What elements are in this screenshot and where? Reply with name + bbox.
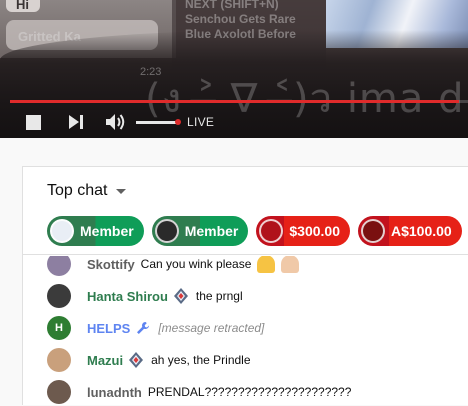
wrench-icon <box>137 322 150 334</box>
avatar <box>360 219 385 243</box>
avatar[interactable] <box>47 284 71 308</box>
avatar <box>154 219 179 243</box>
live-chat: Top chat Member Member $300.00 A$100.00 Sko… <box>22 166 468 405</box>
overlay-chip-text: Hi <box>16 0 29 12</box>
chat-author[interactable]: Hanta Shirou <box>87 289 168 304</box>
chevron-down-icon <box>116 188 127 194</box>
member-ticker[interactable]: Member <box>47 216 144 246</box>
chat-mode-dropdown[interactable]: Top chat <box>47 182 127 200</box>
avatar[interactable] <box>47 256 71 276</box>
member-badge-icon <box>173 288 188 304</box>
ticker-label: Member <box>80 223 134 239</box>
live-indicator[interactable]: LIVE <box>175 115 214 129</box>
chat-message[interactable]: lunadnth PRENDAL?????????????????????? <box>23 376 468 406</box>
folded-hands-light-icon <box>281 256 300 273</box>
live-label: LIVE <box>187 115 215 129</box>
player-controls: LIVE <box>0 108 468 136</box>
chat-message[interactable]: Mazui ah yes, the Prindle <box>23 344 468 376</box>
chat-message-text: the prngl <box>195 289 243 303</box>
video-player[interactable]: Hi Gritted Ka NEXT (SHIFT+N) Senchou Get… <box>0 0 468 138</box>
next-button[interactable] <box>64 108 88 136</box>
video-timestamp: 2:23 <box>140 66 162 78</box>
chat-header: Top chat Member Member $300.00 A$100.00 <box>23 167 468 255</box>
chat-message[interactable]: Hanta Shirou the prngl <box>23 280 468 312</box>
ticker-label: A$100.00 <box>390 223 452 239</box>
chat-message-text: [message retracted] <box>158 321 265 335</box>
volume-icon <box>106 114 125 130</box>
progress-bar[interactable] <box>10 100 468 103</box>
chat-mode-label: Top chat <box>47 182 108 199</box>
overlay-chip: Hi <box>6 0 40 12</box>
avatar[interactable]: H <box>47 316 71 340</box>
member-badge-icon <box>129 352 144 368</box>
chat-message-text: Can you wink please <box>140 257 252 271</box>
avatar[interactable] <box>47 380 71 404</box>
progress-fill <box>10 100 459 103</box>
superchat-ticker[interactable]: A$100.00 <box>357 216 462 246</box>
ticker-label: Member <box>184 223 239 239</box>
volume-slider[interactable] <box>136 121 180 124</box>
chat-message[interactable]: H HELPS [message retracted] <box>23 312 468 344</box>
chat-message-text: ah yes, the Prindle <box>151 353 251 367</box>
avatar[interactable] <box>47 348 71 372</box>
stop-icon <box>25 114 41 130</box>
chat-message-text: PRENDAL?????????????????????? <box>147 385 352 399</box>
next-video-title-line: Blue Axolotl Before <box>185 27 296 41</box>
ticker-bar: Member Member $300.00 A$100.00 <box>47 216 462 246</box>
member-ticker[interactable]: Member <box>151 216 249 246</box>
chat-author[interactable]: lunadnth <box>87 385 142 400</box>
superchat-ticker[interactable]: $300.00 <box>256 216 350 246</box>
live-dot <box>175 119 181 125</box>
chat-author[interactable]: HELPS <box>87 321 130 336</box>
avatar-letter: H <box>55 322 63 334</box>
next-video-title-line: Senchou Gets Rare <box>185 12 296 26</box>
avatar <box>50 219 74 243</box>
next-shortcut-label: NEXT (SHIFT+N) <box>185 0 279 11</box>
stop-button[interactable] <box>22 108 44 136</box>
chat-message[interactable]: Skottify Can you wink please <box>23 256 468 280</box>
chat-message-list: Skottify Can you wink please Hanta Shirou t… <box>23 256 468 406</box>
mute-button[interactable] <box>102 108 130 136</box>
chat-author[interactable]: Skottify <box>87 257 135 272</box>
volume-level <box>136 121 180 124</box>
folded-hands-icon <box>257 256 276 273</box>
chat-author[interactable]: Mazui <box>87 353 123 368</box>
skip-next-icon <box>69 115 83 129</box>
avatar <box>259 219 284 243</box>
next-video-info[interactable]: NEXT (SHIFT+N) Senchou Gets Rare Blue Ax… <box>185 0 335 42</box>
ticker-label: $300.00 <box>289 223 340 239</box>
